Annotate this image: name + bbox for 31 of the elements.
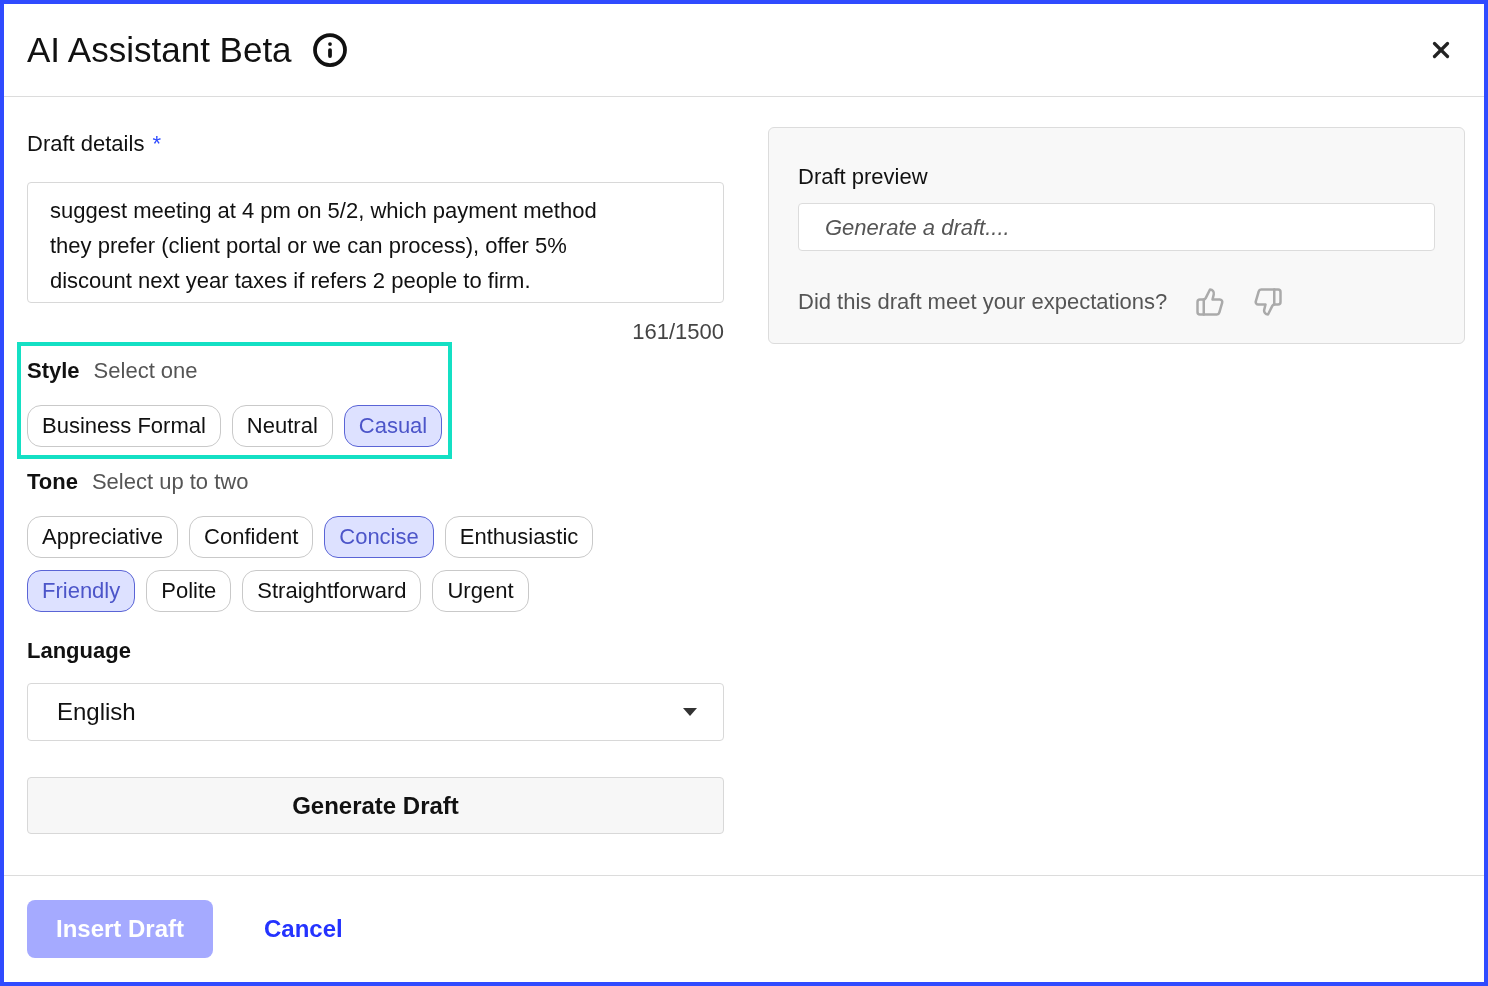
feedback-question: Did this draft meet your expectations? bbox=[798, 288, 1168, 316]
option-chip[interactable]: Straightforward bbox=[242, 570, 422, 612]
section-hint: Select one bbox=[93, 357, 198, 385]
required-mark: * bbox=[152, 130, 161, 158]
field-label: Language bbox=[27, 637, 132, 665]
thumbs-up-icon[interactable] bbox=[1195, 286, 1226, 317]
option-chip[interactable]: Neutral bbox=[231, 405, 333, 447]
section-hint: Select up to two bbox=[91, 468, 249, 496]
option-chip[interactable]: Casual bbox=[343, 405, 443, 447]
character-counter: 161/1500 bbox=[632, 318, 724, 346]
cancel-link[interactable]: Cancel bbox=[264, 911, 343, 947]
option-chip[interactable]: Confident bbox=[189, 516, 314, 558]
option-chip[interactable]: Enthusiastic bbox=[444, 516, 594, 558]
section-label: Style bbox=[27, 357, 80, 385]
generate-draft-button[interactable]: Generate Draft bbox=[27, 777, 724, 834]
draft-preview-field[interactable]: Generate a draft.... bbox=[798, 203, 1435, 251]
option-chip[interactable]: Appreciative bbox=[27, 516, 179, 558]
dialog-title: AI Assistant Beta bbox=[27, 28, 292, 71]
thumbs-down-icon[interactable] bbox=[1253, 286, 1284, 317]
preview-title: Draft preview bbox=[798, 163, 929, 191]
draft-details-field[interactable]: suggest meeting at 4 pm on 5/2, which payment method they prefer (client portal or we can process), offer 5% discount next year taxes if refers 2 people to firm. bbox=[27, 182, 724, 303]
language-select[interactable]: English bbox=[27, 683, 724, 741]
section-label: Tone bbox=[27, 468, 78, 496]
option-chip[interactable]: Business Formal bbox=[27, 405, 221, 447]
option-chip[interactable]: Urgent bbox=[432, 570, 529, 612]
info-icon[interactable] bbox=[311, 32, 348, 68]
option-chip[interactable]: Polite bbox=[146, 570, 232, 612]
option-chip[interactable]: Friendly bbox=[27, 570, 136, 612]
field-label: Draft details bbox=[27, 130, 145, 158]
dropdown-caret-icon bbox=[683, 708, 697, 716]
option-chip[interactable]: Concise bbox=[324, 516, 434, 558]
